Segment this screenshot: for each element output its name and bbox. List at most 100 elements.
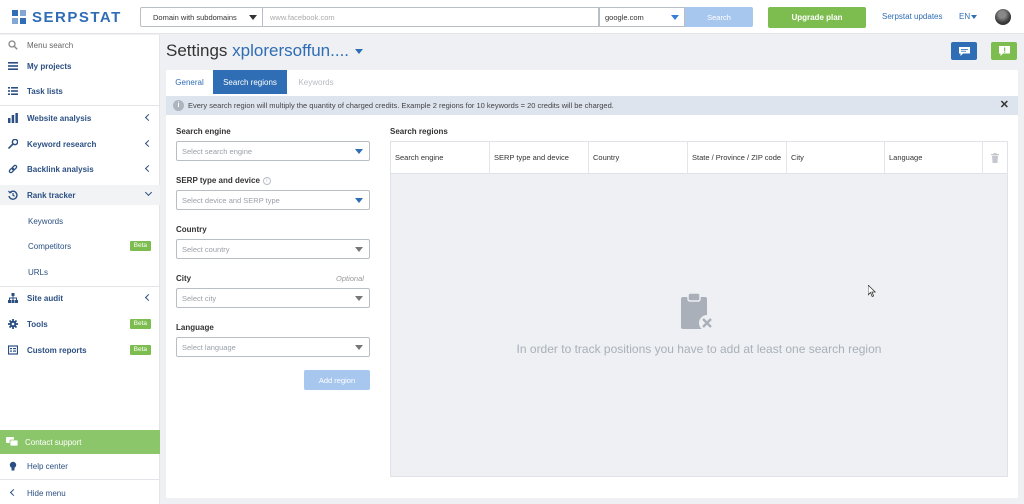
country-label: Country [176, 225, 207, 234]
chevron-left-icon [144, 293, 153, 302]
serpstat-logo[interactable]: SERPSTAT [10, 7, 122, 27]
sidebar-item-label: Rank tracker [27, 190, 76, 200]
menu-search-label: Menu search [27, 40, 74, 50]
sidebar-divider [0, 286, 160, 287]
language-selector[interactable]: EN [959, 12, 978, 21]
serp-type-label: SERP type and device i [176, 176, 271, 185]
chevron-left-icon [144, 139, 153, 148]
search-button[interactable]: Search [685, 7, 753, 27]
beta-badge: Beta [129, 345, 151, 355]
serp-type-select[interactable]: Select device and SERP type [176, 190, 370, 210]
search-engine-placeholder: Select search engine [182, 146, 253, 156]
hide-menu-label: Hide menu [27, 488, 66, 498]
mouse-cursor-icon [868, 285, 876, 297]
beta-badge: Beta [129, 241, 151, 251]
top-bar: SERPSTAT Domain with subdomains www.face… [0, 0, 1024, 34]
sidebar-item-label: Tools [27, 319, 48, 329]
chevron-down-icon [355, 149, 363, 154]
country-placeholder: Select country [182, 244, 230, 254]
logo-mark-icon [12, 10, 26, 24]
chevron-down-icon [355, 296, 363, 301]
language-select[interactable]: Select language [176, 337, 370, 357]
chevron-down-icon [355, 49, 364, 55]
column-header: SERP type and device [490, 142, 589, 174]
column-header: City [787, 142, 885, 174]
project-selector[interactable]: xplorersoffun.... [232, 41, 364, 60]
contact-support-label: Contact support [25, 437, 82, 447]
chevron-down-icon [355, 247, 363, 252]
search-type-value: Domain with subdomains [153, 12, 237, 22]
sidebar-subitem-keywords[interactable]: Keywords [0, 211, 160, 231]
chat-icon [6, 437, 18, 447]
upgrade-plan-button[interactable]: Upgrade plan [768, 7, 866, 28]
sidebar-item-website-analysis[interactable]: Website analysis [0, 108, 160, 128]
sidebar: Menu search My projects Task lists Websi… [0, 35, 160, 504]
close-icon[interactable]: ✕ [1000, 100, 1009, 111]
tab-general[interactable]: General [166, 70, 213, 94]
project-name: xplorersoffun.... [232, 41, 350, 60]
search-input[interactable]: www.facebook.com [263, 7, 599, 27]
sidebar-subitem-label: Competitors [28, 241, 72, 251]
chevron-left-icon [9, 488, 18, 497]
tab-search-regions[interactable]: Search regions [213, 70, 287, 94]
table-header: Search engine SERP type and device Count… [391, 142, 1007, 174]
engine-value: google.com [605, 12, 644, 22]
add-region-button[interactable]: Add region [304, 370, 370, 390]
chat-button[interactable] [951, 42, 977, 60]
hide-menu-button[interactable]: Hide menu [0, 483, 160, 503]
chevron-down-icon [249, 15, 257, 20]
sidebar-item-rank-tracker[interactable]: Rank tracker [0, 185, 160, 205]
sidebar-item-tools[interactable]: Tools Beta [0, 314, 160, 334]
city-select[interactable]: Select city [176, 288, 370, 308]
chevron-down-icon [355, 345, 363, 350]
chevron-down-icon [144, 188, 153, 197]
page-title-text: Settings [166, 41, 228, 60]
beta-badge: Beta [129, 319, 151, 329]
help-center-link[interactable]: Help center [0, 456, 160, 476]
serp-type-label-text: SERP type and device [176, 176, 260, 185]
sidebar-divider [0, 105, 160, 106]
sidebar-subitem-competitors[interactable]: Competitors Beta [0, 236, 160, 256]
sidebar-item-label: Website analysis [27, 113, 92, 123]
engine-dropdown[interactable]: google.com [599, 7, 685, 27]
search-type-dropdown[interactable]: Domain with subdomains [140, 7, 263, 27]
gear-icon [8, 319, 18, 329]
feedback-button[interactable] [991, 42, 1017, 60]
sidebar-item-my-projects[interactable]: My projects [0, 56, 160, 76]
sidebar-item-custom-reports[interactable]: Custom reports Beta [0, 340, 160, 360]
sidebar-item-label: Task lists [27, 86, 63, 96]
chart-icon [8, 113, 18, 123]
feedback-icon [998, 46, 1010, 56]
report-icon [8, 345, 18, 355]
sidebar-item-label: Backlink analysis [27, 164, 94, 174]
serpstat-updates-link[interactable]: Serpstat updates [882, 12, 942, 21]
country-select[interactable]: Select country [176, 239, 370, 259]
sidebar-item-site-audit[interactable]: Site audit [0, 288, 160, 308]
language-value: EN [959, 12, 971, 21]
avatar[interactable] [995, 9, 1011, 25]
sitemap-icon [8, 293, 18, 303]
sidebar-subitem-urls[interactable]: URLs [0, 262, 160, 282]
info-icon: i [173, 100, 184, 111]
sidebar-item-label: Keyword research [27, 139, 97, 149]
language-label: Language [176, 323, 214, 332]
search-regions-title: Search regions [390, 127, 448, 136]
search-engine-select[interactable]: Select search engine [176, 141, 370, 161]
city-label: City [176, 274, 192, 283]
sidebar-item-label: Site audit [27, 293, 64, 303]
notice-text: Every search region will multiply the qu… [188, 101, 614, 110]
menu-search[interactable]: Menu search [0, 35, 160, 55]
help-icon[interactable]: i [262, 176, 271, 185]
sidebar-subitem-label: Keywords [28, 216, 64, 226]
checklist-icon [8, 87, 18, 95]
contact-support-button[interactable]: Contact support [0, 430, 160, 454]
sidebar-item-backlink-analysis[interactable]: Backlink analysis [0, 159, 160, 179]
history-icon [8, 190, 18, 200]
sidebar-item-task-lists[interactable]: Task lists [0, 81, 160, 101]
link-icon [8, 164, 18, 174]
trash-icon[interactable] [983, 142, 1007, 174]
sidebar-item-keyword-research[interactable]: Keyword research [0, 134, 160, 154]
list-icon [8, 62, 18, 70]
city-placeholder: Select city [182, 293, 217, 303]
serp-type-placeholder: Select device and SERP type [182, 195, 280, 205]
